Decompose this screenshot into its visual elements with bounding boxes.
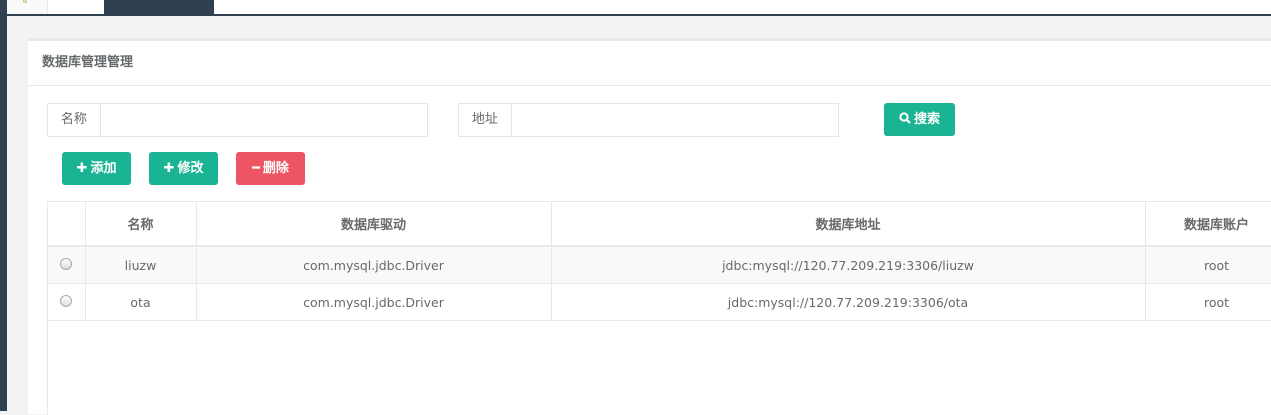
column-header-name[interactable]: 名称 <box>85 202 197 247</box>
column-header-driver[interactable]: 数据库驱动 <box>196 202 552 247</box>
cell-driver: com.mysql.jdbc.Driver <box>196 246 552 284</box>
plus-icon: ✚ <box>76 161 88 176</box>
cell-url: jdbc:mysql://120.77.209.219:3306/liuzw <box>551 246 1146 284</box>
column-header-url[interactable]: 数据库地址 <box>551 202 1146 247</box>
address-filter-input[interactable] <box>511 104 838 136</box>
name-filter-input[interactable] <box>100 104 427 136</box>
column-header-select <box>48 202 86 247</box>
tab-item[interactable] <box>48 0 105 14</box>
name-filter-label: 名称 <box>48 104 101 136</box>
tab-active[interactable] <box>104 0 214 14</box>
delete-button[interactable]: ━ 删除 <box>236 152 305 185</box>
delete-button-label: 删除 <box>262 161 289 176</box>
address-filter-label: 地址 <box>459 104 512 136</box>
table-row[interactable]: liuzw com.mysql.jdbc.Driver jdbc:mysql:/… <box>48 246 1271 284</box>
table-header-row: 名称 数据库驱动 数据库地址 数据库账户 <box>48 202 1271 247</box>
tab-bar: « <box>7 0 1271 16</box>
column-header-account[interactable]: 数据库账户 <box>1145 202 1271 247</box>
search-button-label: 搜索 <box>913 112 940 127</box>
search-button[interactable]: 搜索 <box>884 103 955 136</box>
address-filter-group: 地址 <box>458 103 839 137</box>
cell-name: liuzw <box>85 246 197 284</box>
panel-title: 数据库管理管理 <box>28 41 1271 86</box>
cell-account: root <box>1145 283 1271 321</box>
cell-account: root <box>1145 246 1271 284</box>
minus-icon: ━ <box>252 161 260 176</box>
row-select-cell <box>48 283 86 321</box>
search-icon <box>899 112 911 124</box>
tab-home[interactable]: « <box>7 0 48 14</box>
edit-button[interactable]: ✚ 修改 <box>149 152 218 185</box>
database-table: 名称 数据库驱动 数据库地址 数据库账户 liuzw com.mysql.jdb… <box>47 201 1271 415</box>
name-filter-group: 名称 <box>47 103 428 137</box>
row-select-cell <box>48 246 86 284</box>
add-button[interactable]: ✚ 添加 <box>62 152 131 185</box>
edit-button-label: 修改 <box>177 161 204 176</box>
add-button-label: 添加 <box>90 161 117 176</box>
content-panel: 数据库管理管理 名称 地址 搜索 ✚ 添加 ✚ 修改 ━ 删除 名称 数据库驱动… <box>28 38 1271 415</box>
home-icon: « <box>22 0 29 7</box>
cell-name: ota <box>85 283 197 321</box>
table-row[interactable]: ota com.mysql.jdbc.Driver jdbc:mysql://1… <box>48 283 1271 321</box>
sidebar-edge <box>0 0 7 411</box>
row-radio[interactable] <box>60 257 73 270</box>
cell-url: jdbc:mysql://120.77.209.219:3306/ota <box>551 283 1146 321</box>
plus-icon: ✚ <box>163 161 175 176</box>
row-radio[interactable] <box>60 294 73 307</box>
cell-driver: com.mysql.jdbc.Driver <box>196 283 552 321</box>
